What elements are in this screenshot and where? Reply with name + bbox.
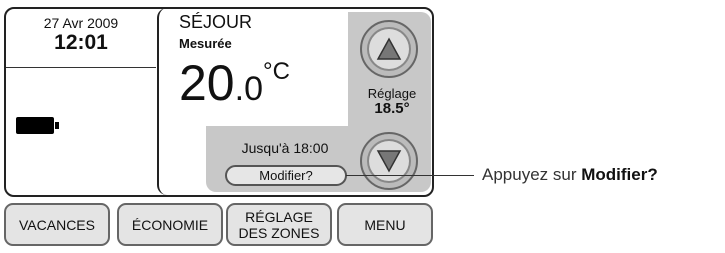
- arrow-down-icon: [376, 150, 402, 173]
- schedule-until: Jusqu'à 18:00: [241, 140, 329, 156]
- increase-setpoint-button[interactable]: [360, 20, 418, 78]
- callout-bold: Modifier?: [581, 165, 658, 184]
- callout-prefix: Appuyez sur: [482, 165, 582, 184]
- arrow-up-icon: [376, 37, 402, 60]
- menu-button[interactable]: MENU: [337, 203, 433, 246]
- zone-settings-button[interactable]: RÉGLAGE DES ZONES: [226, 203, 332, 246]
- setpoint-value: 18.5°: [374, 100, 410, 117]
- zone-settings-line1: RÉGLAGE: [245, 208, 313, 225]
- temperature-decimal: .0: [234, 70, 263, 108]
- economy-button[interactable]: ÉCONOMIE: [117, 203, 223, 246]
- callout-text: Appuyez sur Modifier?: [482, 165, 658, 185]
- setpoint-label: Réglage: [367, 86, 417, 101]
- modify-button[interactable]: Modifier?: [225, 165, 347, 186]
- zone-settings-line2: DES ZONES: [238, 224, 320, 241]
- callout-line: [346, 175, 474, 176]
- clock-panel: 27 Avr 2009 12:01: [6, 9, 156, 194]
- current-temperature: 20.0°C: [179, 58, 290, 108]
- measure-mode: Mesurée: [179, 36, 232, 51]
- zone-name: SÉJOUR: [179, 12, 253, 32]
- panel-divider: [157, 8, 167, 195]
- battery-icon: [16, 117, 59, 134]
- thermostat-device: 27 Avr 2009 12:01 SÉJOUR Mesurée 20.0°C …: [0, 0, 440, 253]
- vacation-button[interactable]: VACANCES: [4, 203, 110, 246]
- temperature-integer: 20: [179, 55, 235, 111]
- clock-divider: [6, 67, 156, 68]
- time-display: 12:01: [54, 31, 108, 54]
- decrease-setpoint-button[interactable]: [360, 132, 418, 190]
- temperature-unit: °C: [262, 58, 290, 85]
- date-display: 27 Avr 2009: [43, 15, 119, 31]
